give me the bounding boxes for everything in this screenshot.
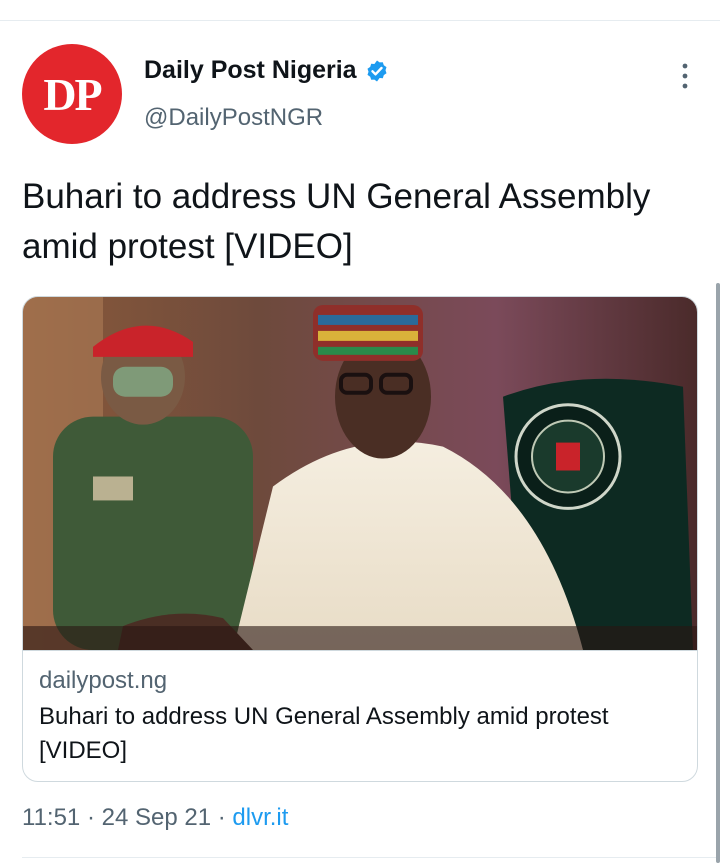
- more-options-icon[interactable]: [680, 62, 690, 90]
- card-title: Buhari to address UN General Assembly am…: [39, 703, 609, 764]
- tweet-header: DP Daily Post Nigeria @DailyPostNGR: [22, 44, 698, 144]
- tweet-meta: 11:51 · 24 Sep 21 · dlvr.it: [22, 804, 288, 832]
- avatar-text: DP: [43, 68, 102, 120]
- tweet-text: Buhari to address UN General Assembly am…: [22, 177, 651, 266]
- link-card[interactable]: dailypost.ng Buhari to address UN Genera…: [22, 296, 698, 782]
- top-divider: [0, 20, 720, 21]
- meta-separator: ·: [86, 804, 95, 831]
- card-domain: dailypost.ng: [39, 667, 168, 694]
- verified-badge-icon: [367, 60, 387, 81]
- tweet-source-link[interactable]: dlvr.it: [232, 804, 288, 831]
- tweet-date[interactable]: 24 Sep 21: [102, 804, 211, 831]
- meta-separator: ·: [217, 804, 226, 831]
- avatar[interactable]: DP: [22, 44, 122, 144]
- card-image[interactable]: [23, 297, 698, 651]
- display-name[interactable]: Daily Post Nigeria: [144, 56, 357, 85]
- tweet-time[interactable]: 11:51: [22, 804, 80, 831]
- scrollbar[interactable]: [716, 283, 720, 863]
- account-handle[interactable]: @DailyPostNGR: [144, 104, 323, 132]
- name-row: Daily Post Nigeria: [144, 56, 389, 85]
- bottom-divider: [22, 857, 720, 858]
